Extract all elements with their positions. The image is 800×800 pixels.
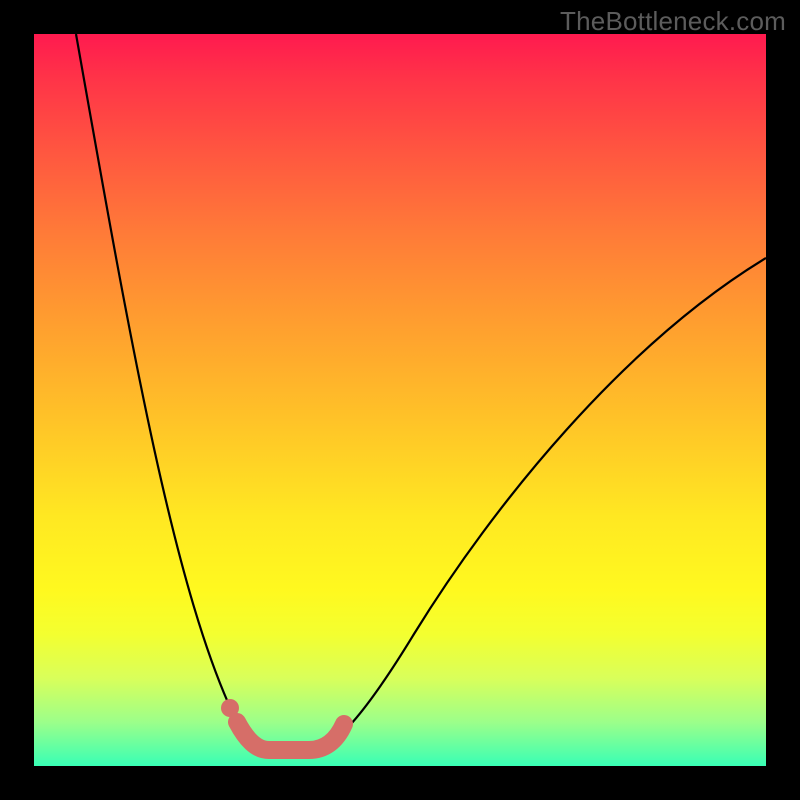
bottom-accent [237, 722, 344, 750]
chart-root: TheBottleneck.com [0, 0, 800, 800]
right-curve [314, 258, 766, 750]
left-dot [221, 699, 239, 717]
curve-layer [34, 34, 766, 766]
left-curve [76, 34, 266, 750]
plot-area [34, 34, 766, 766]
chart-frame [0, 0, 800, 800]
watermark-text: TheBottleneck.com [560, 6, 786, 37]
